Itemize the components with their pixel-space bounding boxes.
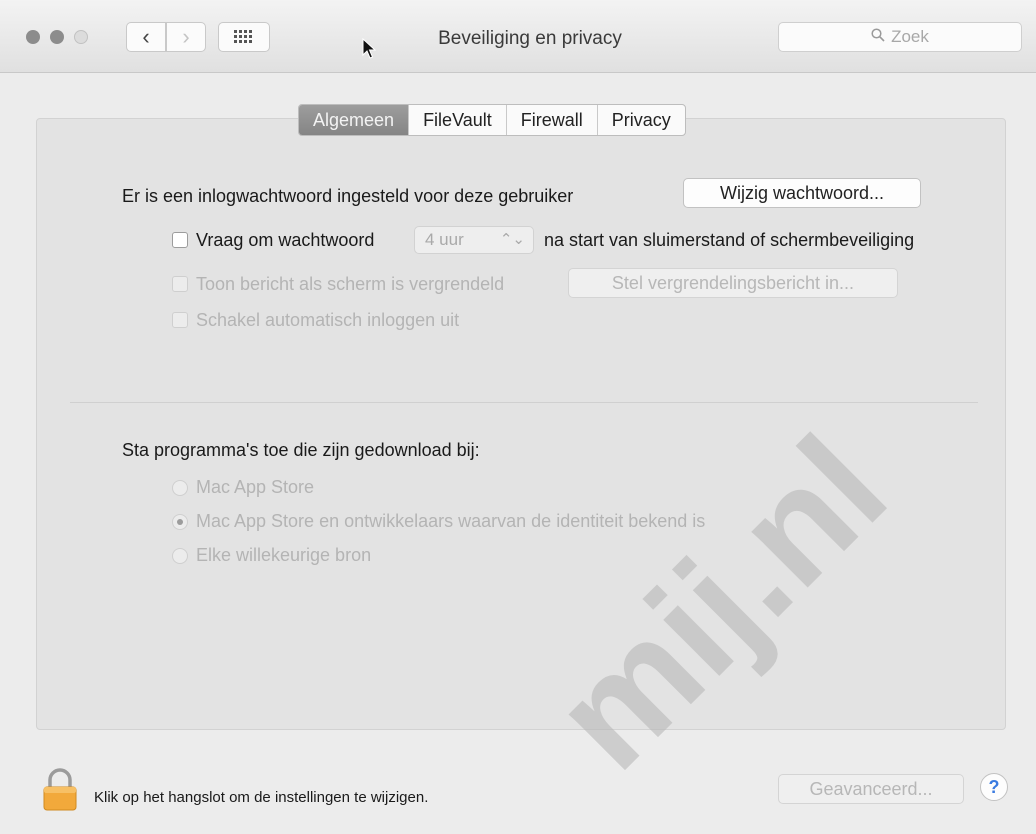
show-all-button[interactable]	[218, 22, 270, 52]
change-password-button[interactable]: Wijzig wachtwoord...	[683, 178, 921, 208]
minimize-window-button[interactable]	[50, 30, 64, 44]
disable-autologin-label: Schakel automatisch inloggen uit	[196, 310, 460, 330]
show-message-label: Toon bericht als scherm is vergrendeld	[196, 274, 505, 294]
radio-mac-app-store[interactable]	[172, 480, 188, 496]
radio-app-store-identified-label: Mac App Store en ontwikkelaars waarvan d…	[196, 511, 706, 531]
radio-app-store-identified[interactable]	[172, 514, 188, 530]
radio-anywhere-label: Elke willekeurige bron	[196, 545, 372, 565]
password-status-text: Er is een inlogwachtwoord ingesteld voor…	[122, 186, 574, 206]
grid-icon	[234, 30, 252, 43]
tab-algemeen[interactable]: Algemeen	[299, 105, 409, 135]
settings-panel	[36, 118, 1006, 730]
require-password-delay-select[interactable]: 4 uur ⌃⌄	[414, 226, 534, 254]
section-divider	[70, 402, 978, 403]
padlock-icon[interactable]	[42, 768, 78, 812]
show-message-checkbox[interactable]	[172, 276, 188, 292]
set-lock-message-button[interactable]: Stel vergrendelingsbericht in...	[568, 268, 898, 298]
zoom-window-button[interactable]	[74, 30, 88, 44]
disable-autologin-checkbox[interactable]	[172, 312, 188, 328]
chevron-left-icon: ‹	[142, 24, 150, 49]
title-bar: ‹ › Beveiliging en privacy Zoek	[0, 0, 1036, 73]
tab-bar: Algemeen FileVault Firewall Privacy	[298, 104, 686, 136]
lock-instruction-text: Klik op het hangslot om de instellingen …	[94, 789, 429, 806]
search-icon	[871, 27, 885, 47]
back-button[interactable]: ‹	[126, 22, 166, 52]
require-password-suffix: na start van sluimerstand of schermbevei…	[544, 230, 915, 250]
tab-filevault[interactable]: FileVault	[408, 105, 506, 135]
chevron-right-icon: ›	[182, 24, 190, 49]
require-password-checkbox[interactable]	[172, 232, 188, 248]
advanced-button[interactable]: Geavanceerd...	[778, 774, 964, 804]
tab-firewall[interactable]: Firewall	[505, 105, 597, 135]
search-placeholder: Zoek	[891, 27, 929, 46]
require-password-label: Vraag om wachtwoord	[196, 230, 375, 250]
up-down-arrows-icon: ⌃⌄	[499, 231, 525, 248]
tab-privacy[interactable]: Privacy	[596, 105, 685, 135]
mouse-pointer-icon	[362, 38, 376, 59]
require-password-delay-value: 4 uur	[425, 230, 464, 249]
radio-mac-app-store-label: Mac App Store	[196, 477, 315, 497]
search-field[interactable]: Zoek	[778, 22, 1022, 52]
radio-anywhere[interactable]	[172, 548, 188, 564]
close-window-button[interactable]	[26, 30, 40, 44]
forward-button[interactable]: ›	[166, 22, 206, 52]
downloads-heading: Sta programma's toe die zijn gedownload …	[122, 440, 480, 460]
window-title: Beveiliging en privacy	[438, 28, 622, 49]
help-button[interactable]: ?	[980, 773, 1008, 801]
